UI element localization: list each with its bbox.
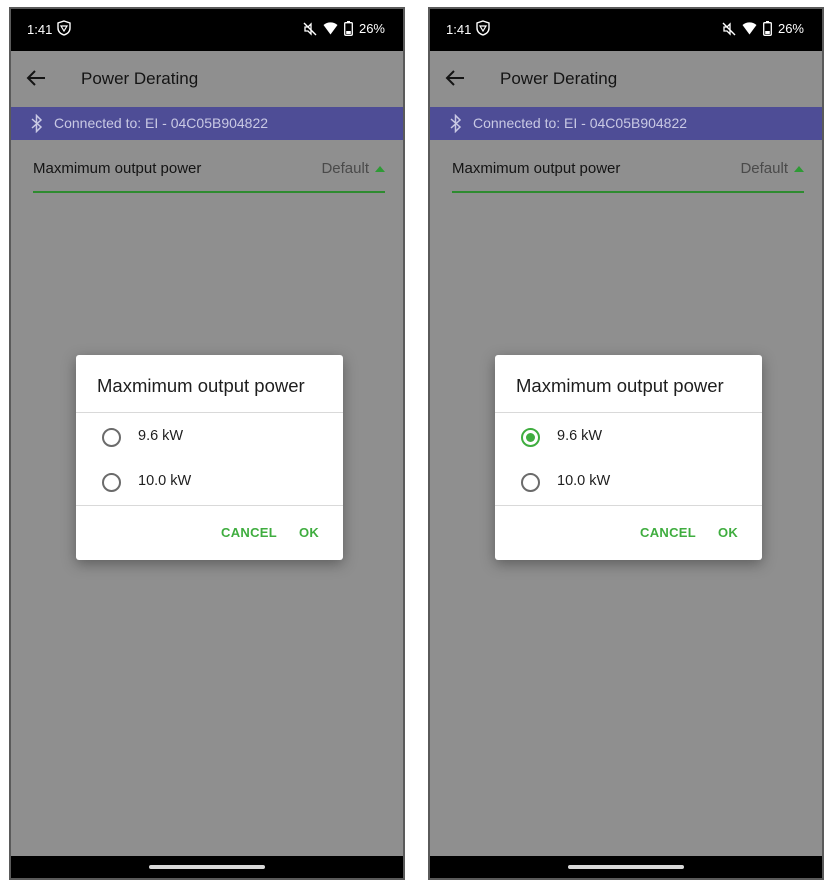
dialog-divider — [495, 412, 762, 413]
dropdown-caret-icon — [375, 166, 385, 172]
connection-text: Connected to: EI - 04C05B904822 — [54, 115, 269, 131]
battery-icon — [344, 21, 353, 36]
phone-screen-left: 1:41 26% Power Derating Connected to: EI… — [9, 7, 405, 880]
dropdown-value: Default — [740, 160, 788, 177]
cancel-button[interactable]: CANCEL — [640, 525, 696, 540]
navigation-bar — [11, 856, 403, 878]
back-arrow-icon[interactable] — [444, 67, 466, 89]
option-label: 10.0 kW — [557, 473, 611, 489]
dropdown-label: Maxmimum output power — [452, 160, 621, 177]
dropdown-value: Default — [321, 160, 369, 177]
option-label: 9.6 kW — [557, 428, 603, 444]
status-bar: 1:41 26% — [430, 9, 822, 51]
radio-icon[interactable] — [102, 428, 121, 447]
max-output-power-dropdown[interactable]: Maxmimum output power Default — [452, 153, 804, 193]
page-title: Power Derating — [500, 69, 618, 88]
output-power-dialog: Maxmimum output power 9.6 kW 10.0 kW CAN… — [76, 355, 343, 560]
dialog-divider — [495, 505, 762, 506]
ok-button[interactable]: OK — [718, 525, 738, 540]
app-bar: Power Derating — [430, 51, 822, 107]
option-label: 10.0 kW — [138, 473, 192, 489]
vpn-key-icon — [57, 20, 71, 36]
battery-icon — [763, 21, 772, 36]
phone-screen-right: 1:41 26% Power Derating Connected to: EI… — [428, 7, 824, 880]
wifi-icon — [742, 22, 757, 35]
option-label: 9.6 kW — [138, 428, 184, 444]
bluetooth-icon — [450, 114, 462, 133]
status-time: 1:41 — [446, 22, 472, 37]
option-9-6-kw[interactable]: 9.6 kW — [76, 414, 343, 460]
radio-icon[interactable] — [521, 428, 540, 447]
option-9-6-kw[interactable]: 9.6 kW — [495, 414, 762, 460]
dialog-divider — [76, 412, 343, 413]
output-power-dialog: Maxmimum output power 9.6 kW 10.0 kW CAN… — [495, 355, 762, 560]
radio-icon[interactable] — [102, 473, 121, 492]
dialog-divider — [76, 505, 343, 506]
dialog-title: Maxmimum output power — [516, 375, 724, 396]
connection-banner: Connected to: EI - 04C05B904822 — [11, 107, 403, 140]
battery-percent: 26% — [777, 21, 804, 36]
battery-percent: 26% — [358, 21, 385, 36]
status-time: 1:41 — [27, 22, 53, 37]
app-bar: Power Derating — [11, 51, 403, 107]
radio-icon[interactable] — [521, 473, 540, 492]
page-title: Power Derating — [81, 69, 199, 88]
dropdown-caret-icon — [794, 166, 804, 172]
status-bar: 1:41 26% — [11, 9, 403, 51]
dialog-title: Maxmimum output power — [97, 375, 305, 396]
mute-icon — [722, 21, 736, 36]
option-10-0-kw[interactable]: 10.0 kW — [76, 459, 343, 505]
cancel-button[interactable]: CANCEL — [221, 525, 277, 540]
dropdown-label: Maxmimum output power — [33, 160, 202, 177]
ok-button[interactable]: OK — [299, 525, 319, 540]
home-gesture-handle[interactable] — [149, 865, 265, 869]
navigation-bar — [430, 856, 822, 878]
bluetooth-icon — [31, 114, 43, 133]
mute-icon — [303, 21, 317, 36]
vpn-key-icon — [476, 20, 490, 36]
option-10-0-kw[interactable]: 10.0 kW — [495, 459, 762, 505]
connection-text: Connected to: EI - 04C05B904822 — [473, 115, 688, 131]
wifi-icon — [323, 22, 338, 35]
max-output-power-dropdown[interactable]: Maxmimum output power Default — [33, 153, 385, 193]
back-arrow-icon[interactable] — [25, 67, 47, 89]
connection-banner: Connected to: EI - 04C05B904822 — [430, 107, 822, 140]
home-gesture-handle[interactable] — [568, 865, 684, 869]
